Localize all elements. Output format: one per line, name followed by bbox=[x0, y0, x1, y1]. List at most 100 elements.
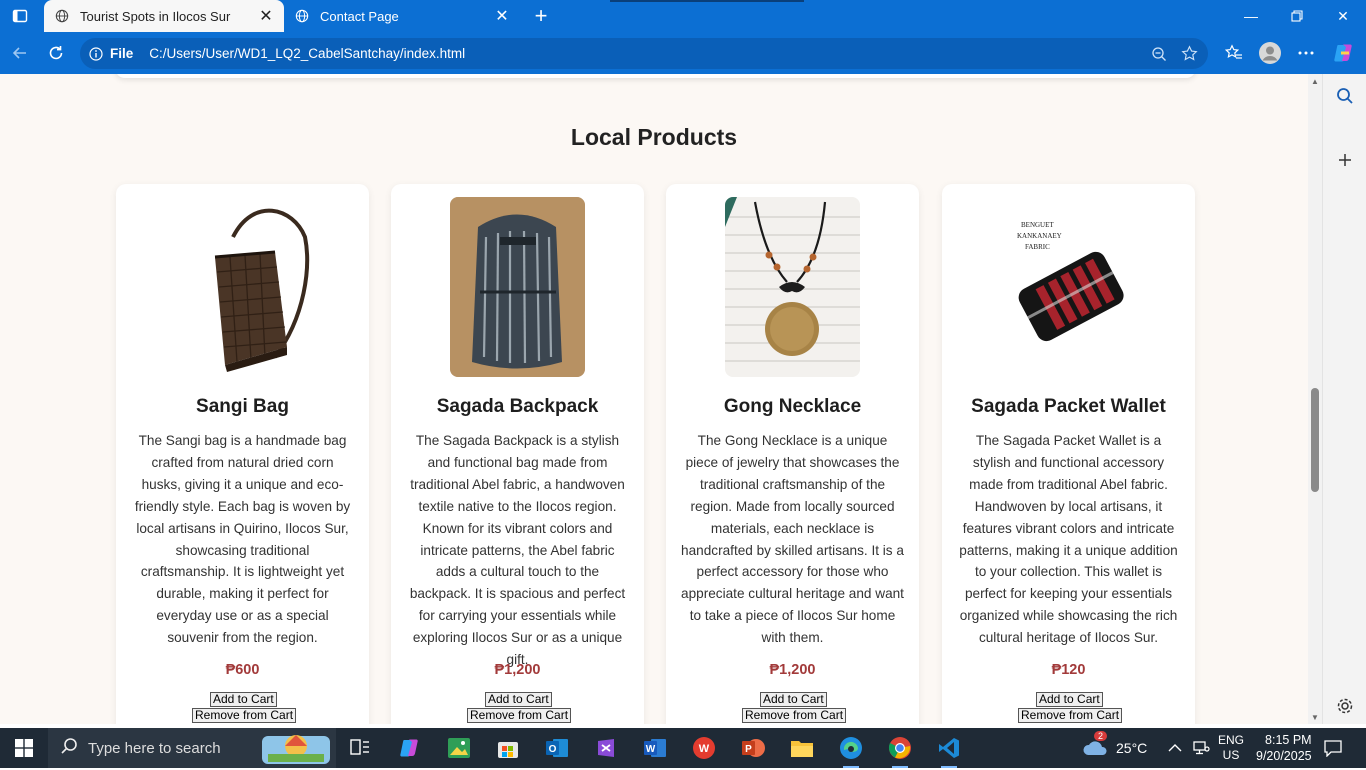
network-icon[interactable] bbox=[1192, 728, 1210, 768]
refresh-icon[interactable] bbox=[40, 39, 72, 67]
product-image-sangi-bag bbox=[175, 197, 310, 377]
minimize-icon[interactable]: — bbox=[1228, 0, 1274, 32]
add-to-cart-button[interactable]: Add to Cart bbox=[485, 692, 552, 707]
favorite-star-icon[interactable] bbox=[1174, 40, 1204, 68]
outlook-icon[interactable]: O bbox=[537, 732, 577, 764]
product-image-sagada-packet-wallet: BENGUET KANKANAEY FABRIC bbox=[1001, 197, 1136, 377]
svg-text:KANKANAEY: KANKANAEY bbox=[1017, 232, 1062, 240]
tab-title: Contact Page bbox=[320, 8, 399, 24]
task-view-icon[interactable] bbox=[340, 732, 380, 764]
visual-studio-icon[interactable] bbox=[586, 732, 626, 764]
product-price: ₱1,200 bbox=[769, 662, 816, 678]
new-tab-icon[interactable]: + bbox=[528, 3, 554, 28]
product-name: Sangi Bag bbox=[196, 396, 289, 417]
scroll-up-icon[interactable]: ▲ bbox=[1310, 76, 1320, 86]
microsoft-store-icon[interactable] bbox=[488, 732, 528, 764]
vscode-icon[interactable] bbox=[929, 732, 969, 768]
remove-from-cart-button[interactable]: Remove from Cart bbox=[1018, 708, 1123, 723]
show-hidden-icons-icon[interactable] bbox=[1168, 728, 1182, 768]
globe-icon bbox=[294, 8, 310, 24]
product-image-sagada-backpack bbox=[450, 197, 585, 377]
drag-region-indicator bbox=[610, 0, 804, 2]
product-card-sagada-packet-wallet: BENGUET KANKANAEY FABRIC Sagada Packet W… bbox=[942, 184, 1195, 724]
scrollbar-thumb[interactable] bbox=[1311, 388, 1319, 492]
globe-icon bbox=[54, 8, 70, 24]
word-icon[interactable]: W bbox=[635, 732, 675, 764]
close-window-icon[interactable]: ✕ bbox=[1320, 0, 1366, 32]
search-placeholder: Type here to search bbox=[88, 739, 221, 757]
product-price: ₱1,200 bbox=[494, 662, 541, 678]
wps-office-icon[interactable]: W bbox=[684, 732, 724, 764]
cloud-icon: 2 bbox=[1082, 730, 1110, 760]
powerpoint-icon[interactable]: P bbox=[733, 732, 773, 764]
taskbar-search-box[interactable]: Type here to search bbox=[48, 728, 336, 768]
product-card-sagada-backpack: Sagada Backpack The Sagada Backpack is a… bbox=[391, 184, 644, 724]
language-indicator[interactable]: ENG US bbox=[1218, 728, 1244, 768]
tab-actions-icon[interactable] bbox=[6, 4, 34, 28]
profile-avatar[interactable] bbox=[1253, 39, 1287, 67]
copilot-app-icon[interactable] bbox=[390, 732, 430, 764]
back-icon[interactable] bbox=[4, 39, 36, 67]
product-price: ₱120 bbox=[1051, 662, 1086, 678]
search-icon bbox=[60, 737, 78, 759]
svg-text:W: W bbox=[646, 744, 656, 755]
page-viewport: Local Products Sangi Bag The Sangi bag i… bbox=[0, 74, 1308, 724]
svg-text:BENGUET: BENGUET bbox=[1021, 221, 1054, 229]
tab-title: Tourist Spots in Ilocos Sur bbox=[80, 8, 231, 24]
windows-start-icon[interactable] bbox=[0, 728, 48, 768]
clock-date: 9/20/2025 bbox=[1256, 749, 1312, 763]
product-description: The Gong Necklace is a unique piece of j… bbox=[681, 433, 904, 646]
tab-contact-page[interactable]: Contact Page ✕ bbox=[284, 0, 520, 32]
remove-from-cart-button[interactable]: Remove from Cart bbox=[467, 708, 572, 723]
more-options-icon[interactable] bbox=[1289, 39, 1323, 67]
info-icon[interactable] bbox=[88, 46, 104, 62]
tab-tourist-spots[interactable]: Tourist Spots in Ilocos Sur ✕ bbox=[44, 0, 284, 32]
url-text[interactable]: C:/Users/User/WD1_LQ2_CabelSantchay/inde… bbox=[149, 46, 1144, 61]
edge-sidebar bbox=[1322, 74, 1366, 724]
weather-widget[interactable]: 2 25°C bbox=[1082, 728, 1147, 768]
edge-icon[interactable] bbox=[831, 732, 871, 768]
browser-toolbar: File C:/Users/User/WD1_LQ2_CabelSantchay… bbox=[0, 32, 1366, 74]
product-description: The Sagada Backpack is a stylish and fun… bbox=[409, 433, 626, 668]
add-to-cart-button[interactable]: Add to Cart bbox=[210, 692, 277, 707]
svg-text:FABRIC: FABRIC bbox=[1025, 243, 1050, 251]
close-tab-icon[interactable]: ✕ bbox=[490, 4, 514, 28]
product-name: Sagada Backpack bbox=[436, 396, 599, 417]
language-code: ENG bbox=[1218, 733, 1245, 747]
remove-from-cart-button[interactable]: Remove from Cart bbox=[192, 708, 297, 723]
notification-center-icon[interactable] bbox=[1323, 728, 1343, 768]
search-highlight-illustration bbox=[260, 730, 332, 766]
product-card-sangi-bag: Sangi Bag The Sangi bag is a handmade ba… bbox=[116, 184, 369, 724]
copilot-icon[interactable] bbox=[1327, 39, 1361, 67]
add-sidebar-app-icon[interactable] bbox=[1331, 146, 1359, 174]
remove-from-cart-button[interactable]: Remove from Cart bbox=[742, 708, 847, 723]
region-code: US bbox=[1222, 748, 1240, 762]
product-description: The Sangi bag is a handmade bag crafted … bbox=[134, 433, 351, 646]
page-scrollbar[interactable]: ▲ ▼ bbox=[1308, 74, 1322, 724]
add-to-cart-button[interactable]: Add to Cart bbox=[760, 692, 827, 707]
zoom-icon[interactable] bbox=[1144, 40, 1174, 68]
product-card-gong-necklace: Gong Necklace The Gong Necklace is a uni… bbox=[666, 184, 919, 724]
address-bar[interactable]: File C:/Users/User/WD1_LQ2_CabelSantchay… bbox=[80, 38, 1208, 69]
product-name: Gong Necklace bbox=[723, 396, 862, 417]
weather-temp: 25°C bbox=[1116, 740, 1148, 756]
close-tab-icon[interactable]: ✕ bbox=[254, 4, 278, 28]
svg-text:W: W bbox=[699, 743, 710, 755]
svg-text:P: P bbox=[745, 744, 752, 755]
scroll-down-icon[interactable]: ▼ bbox=[1310, 712, 1320, 722]
sidebar-settings-gear-icon[interactable] bbox=[1331, 692, 1359, 720]
favorites-icon[interactable] bbox=[1217, 39, 1251, 67]
file-explorer-icon[interactable] bbox=[782, 732, 822, 764]
clock[interactable]: 8:15 PM 9/20/2025 bbox=[1256, 728, 1312, 768]
clock-time: 8:15 PM bbox=[1265, 733, 1312, 747]
restore-icon[interactable] bbox=[1274, 0, 1320, 32]
weather-badge: 2 bbox=[1094, 730, 1108, 741]
chrome-icon[interactable] bbox=[880, 732, 920, 768]
product-name: Sagada Packet Wallet bbox=[971, 396, 1166, 417]
svg-text:O: O bbox=[549, 744, 557, 755]
photos-app-icon[interactable] bbox=[439, 732, 479, 764]
windows-taskbar: Type here to search O W W P 2 25°C ENG U… bbox=[0, 728, 1366, 768]
add-to-cart-button[interactable]: Add to Cart bbox=[1036, 692, 1103, 707]
search-icon[interactable] bbox=[1331, 82, 1359, 110]
previous-section-card bbox=[115, 74, 1196, 78]
